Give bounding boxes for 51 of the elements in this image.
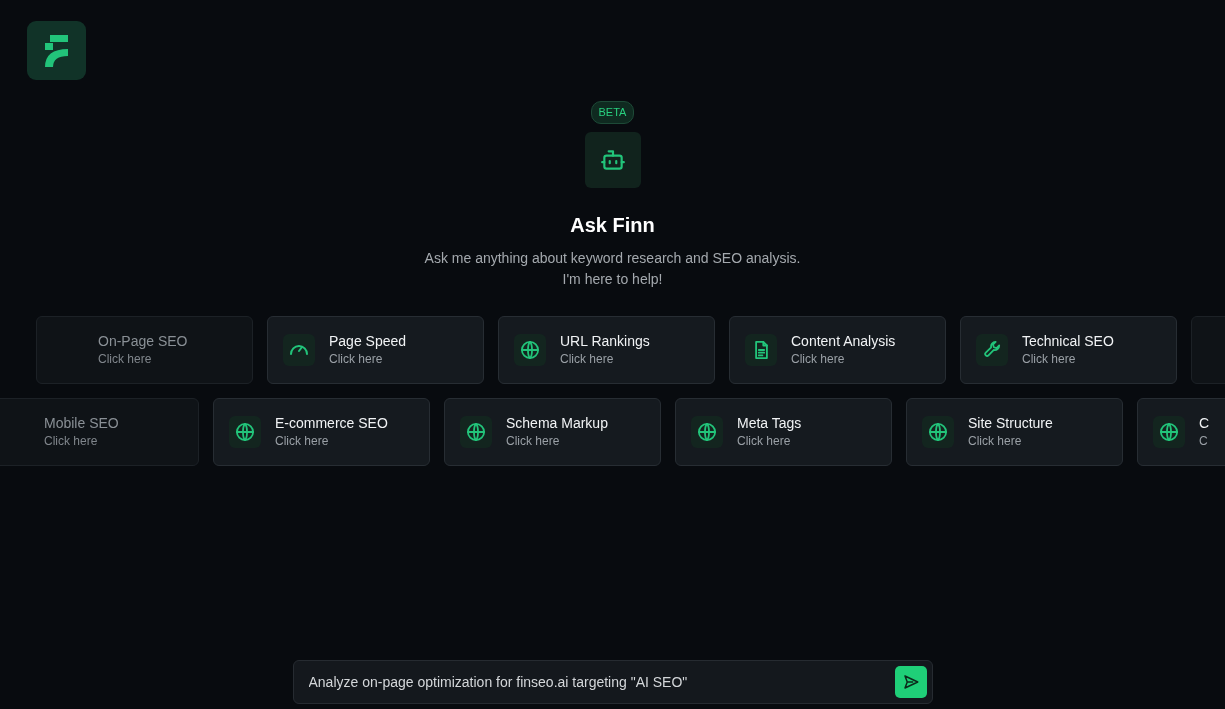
wrench-icon (983, 341, 1001, 358)
card-title: Mobile SEO (44, 413, 119, 432)
globe-icon (929, 422, 947, 441)
card-subtitle: Click here (44, 432, 99, 450)
card-subtitle: Click here (275, 432, 330, 450)
globe-icon (1160, 422, 1178, 441)
beta-badge: BETA (590, 101, 635, 124)
suggestion-card[interactable]: URL Rankings Click here (498, 315, 715, 384)
card-subtitle: Click here (1022, 350, 1077, 368)
app-logo[interactable] (27, 21, 86, 80)
document-icon (754, 340, 768, 359)
prompt-field[interactable]: Analyze on-page optimization for finseo.ai targeting "AI SEO" (292, 660, 933, 704)
card-title: C (1199, 413, 1210, 432)
card-title: Meta Tags (737, 413, 802, 432)
subtitle-line: I'm here to help! (562, 269, 663, 289)
card-title: Content Analysis (791, 331, 896, 350)
card-title: URL Rankings (560, 331, 650, 350)
card-subtitle: C (1199, 432, 1209, 450)
send-button[interactable] (894, 666, 927, 698)
card-title: Page Speed (329, 331, 407, 350)
card-title: Schema Markup (506, 413, 608, 432)
subtitle-line: Ask me anything about keyword research and SEO analysis. (424, 248, 801, 268)
suggestion-card[interactable]: Schema Markup Click here (444, 397, 661, 466)
card-subtitle: Click here (737, 432, 792, 450)
suggestion-card[interactable]: Site Structure Click here (906, 397, 1123, 466)
suggestion-card[interactable]: Content Analysis Click here (729, 315, 946, 384)
card-title: E-commerce SEO (275, 413, 388, 432)
logo-icon (43, 34, 70, 67)
page-title: Ask Finn (570, 212, 655, 238)
card-subtitle: Click here (560, 350, 615, 368)
suggestion-card[interactable]: C C (1137, 397, 1225, 466)
card-title: Site Structure (968, 413, 1053, 432)
globe-icon (698, 422, 716, 441)
card-subtitle: Click here (791, 350, 846, 368)
card-subtitle: Click here (329, 350, 384, 368)
card-title: Technical SEO (1022, 331, 1114, 350)
globe-icon (236, 422, 254, 441)
globe-icon (467, 422, 485, 441)
suggestion-card[interactable]: Meta Tags Click here (675, 397, 892, 466)
suggestion-card[interactable]: Technical SEO Click here (960, 315, 1177, 384)
send-icon (901, 673, 920, 691)
card-subtitle: Click here (968, 432, 1023, 450)
card-title: On-Page SEO (98, 331, 188, 350)
suggestion-card[interactable]: E-commerce SEO Click here (213, 397, 430, 466)
card-subtitle: Click here (98, 350, 153, 368)
card-subtitle: Click here (506, 432, 561, 450)
gauge-icon (290, 344, 308, 355)
suggestion-card[interactable]: Page Speed Click here (267, 315, 484, 384)
suggestion-card[interactable]: Mobile SEO Click here (0, 397, 199, 466)
globe-icon (521, 340, 539, 359)
suggestion-card[interactable]: On-Page SEO Click here (36, 315, 253, 384)
